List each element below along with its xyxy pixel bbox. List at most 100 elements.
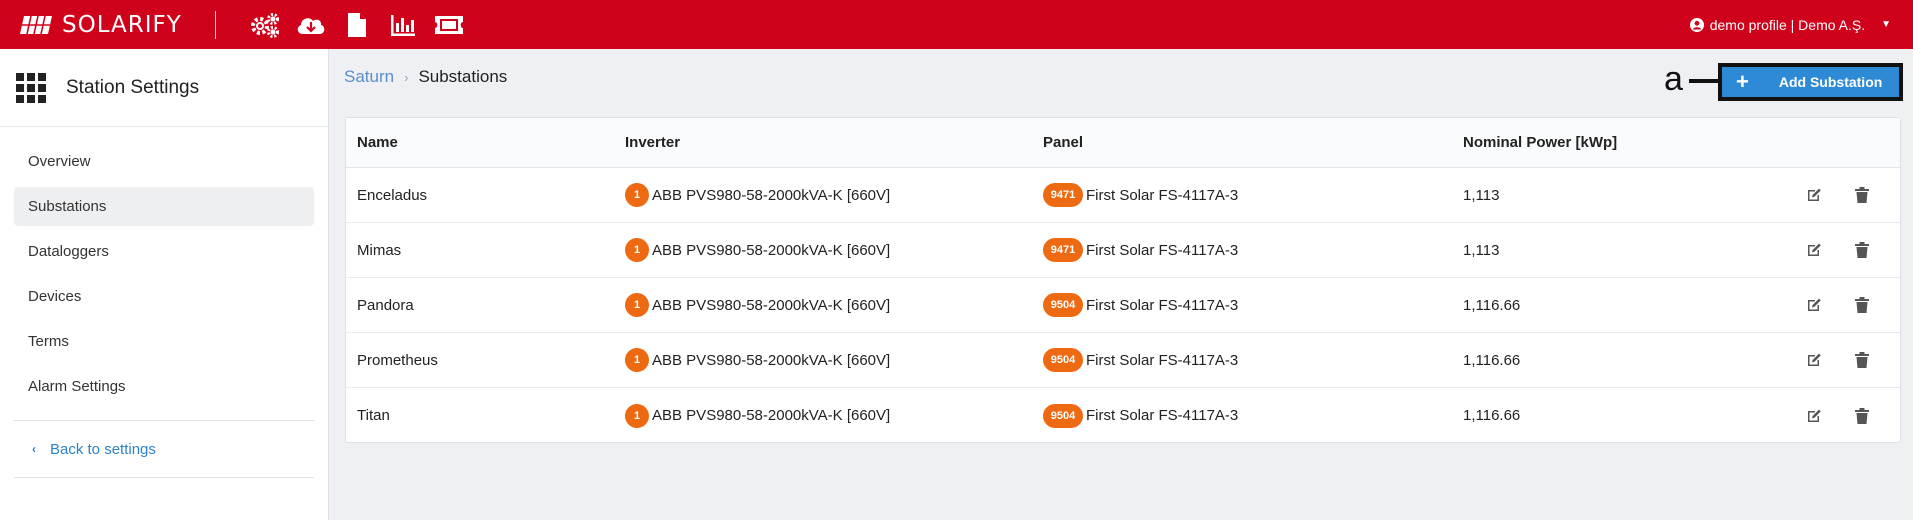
table-row: Pandora 1 ABB PVS980-58-2000kVA-K [660V]… — [346, 278, 1900, 333]
inverter-cell: 1 ABB PVS980-58-2000kVA-K [660V] — [625, 348, 1043, 372]
inverter-count-badge: 1 — [625, 238, 649, 262]
page-title: Substations — [418, 67, 508, 86]
annotation-label: a — [1664, 60, 1683, 98]
sidebar-item-substations[interactable]: Substations — [14, 187, 314, 226]
back-to-settings-link[interactable]: ‹ Back to settings — [14, 421, 314, 477]
nominal-power: 1,116.66 — [1463, 296, 1521, 314]
substation-name: Mimas — [357, 241, 402, 259]
breadcrumb-parent[interactable]: Saturn — [344, 67, 394, 87]
edit-icon[interactable] — [1804, 350, 1824, 370]
substations-table: Name Inverter Panel Nominal Power [kWp] … — [345, 117, 1901, 443]
panel-cell: 9504 First Solar FS-4117A-3 — [1043, 348, 1463, 372]
row-actions — [1783, 295, 1900, 315]
sidebar-item-dataloggers[interactable]: Dataloggers — [14, 232, 314, 271]
brand-name: SOLARIFY — [62, 11, 182, 38]
edit-icon[interactable] — [1804, 406, 1824, 426]
sidebar-divider — [14, 477, 314, 478]
chevron-left-icon: ‹ — [32, 442, 36, 456]
chevron-right-icon: › — [404, 69, 409, 85]
sidebar-item-devices[interactable]: Devices — [14, 277, 314, 316]
cloud-download-icon[interactable] — [295, 10, 327, 40]
column-header-name: Name — [357, 134, 398, 151]
top-navbar: SOLARIFY demo profile | Demo A.Ş. ▼ — [0, 0, 1913, 49]
add-substation-button[interactable]: + Add Substation — [1718, 63, 1903, 101]
nominal-power: 1,113 — [1463, 186, 1500, 204]
table-row: Prometheus 1 ABB PVS980-58-2000kVA-K [66… — [346, 333, 1900, 388]
table-row: Enceladus 1 ABB PVS980-58-2000kVA-K [660… — [346, 168, 1900, 223]
panel-count-badge: 9504 — [1043, 293, 1083, 317]
document-icon[interactable] — [341, 10, 373, 40]
panel-model: First Solar FS-4117A-3 — [1086, 186, 1239, 204]
breadcrumb: Saturn › Substations — [344, 67, 507, 87]
header-divider — [214, 10, 216, 39]
column-header-panel: Panel — [1043, 134, 1084, 151]
delete-icon[interactable] — [1852, 350, 1872, 370]
substation-name: Enceladus — [357, 186, 428, 204]
inverter-cell: 1 ABB PVS980-58-2000kVA-K [660V] — [625, 403, 1043, 428]
row-actions — [1783, 350, 1900, 370]
annotation-pointer — [1689, 79, 1718, 83]
bar-chart-icon[interactable] — [387, 10, 419, 40]
inverter-count-badge: 1 — [625, 348, 649, 372]
inverter-cell: 1 ABB PVS980-58-2000kVA-K [660V] — [625, 183, 1043, 207]
panel-model: First Solar FS-4117A-3 — [1086, 407, 1239, 424]
delete-icon[interactable] — [1852, 240, 1872, 260]
panel-model: First Solar FS-4117A-3 — [1086, 351, 1239, 369]
delete-icon[interactable] — [1852, 295, 1872, 315]
row-actions — [1783, 240, 1900, 260]
brand[interactable]: SOLARIFY — [18, 12, 182, 38]
inverter-count-badge: 1 — [625, 403, 649, 428]
sidebar-header: Station Settings — [0, 49, 328, 127]
panel-count-badge: 9471 — [1043, 238, 1083, 262]
edit-icon[interactable] — [1804, 295, 1824, 315]
inverter-model: ABB PVS980-58-2000kVA-K [660V] — [652, 351, 891, 369]
nominal-power: 1,113 — [1463, 241, 1500, 259]
solar-panel-logo-icon — [20, 15, 52, 34]
panel-model: First Solar FS-4117A-3 — [1086, 241, 1239, 259]
delete-icon[interactable] — [1852, 185, 1872, 205]
nominal-power: 1,116.66 — [1463, 407, 1521, 424]
substation-name: Pandora — [357, 296, 414, 314]
table-row: Titan 1 ABB PVS980-58-2000kVA-K [660V] 9… — [346, 388, 1900, 443]
plus-icon: + — [1736, 69, 1749, 94]
add-substation-label: Add Substation — [1778, 74, 1883, 90]
table-row: Mimas 1 ABB PVS980-58-2000kVA-K [660V] 9… — [346, 223, 1900, 278]
inverter-cell: 1 ABB PVS980-58-2000kVA-K [660V] — [625, 293, 1043, 317]
sidebar-title: Station Settings — [66, 76, 200, 98]
inverter-cell: 1 ABB PVS980-58-2000kVA-K [660V] — [625, 238, 1043, 262]
ticket-icon[interactable] — [433, 10, 465, 40]
nominal-power: 1,116.66 — [1463, 351, 1521, 369]
inverter-count-badge: 1 — [625, 293, 649, 317]
edit-icon[interactable] — [1804, 185, 1824, 205]
panel-count-badge: 9504 — [1043, 403, 1083, 428]
inverter-model: ABB PVS980-58-2000kVA-K [660V] — [652, 407, 891, 424]
panel-cell: 9504 First Solar FS-4117A-3 — [1043, 293, 1463, 317]
inverter-model: ABB PVS980-58-2000kVA-K [660V] — [652, 296, 891, 314]
substation-name: Titan — [357, 407, 390, 424]
panel-model: First Solar FS-4117A-3 — [1086, 296, 1239, 314]
nav-icons — [249, 10, 465, 40]
column-header-power: Nominal Power [kWp] — [1463, 134, 1618, 151]
profile-menu[interactable]: demo profile | Demo A.Ş. ▼ — [1689, 0, 1891, 49]
user-icon — [1689, 17, 1704, 32]
table-header: Name Inverter Panel Nominal Power [kWp] — [346, 118, 1900, 168]
sidebar-menu: Overview Substations Dataloggers Devices… — [0, 127, 328, 406]
back-label: Back to settings — [50, 440, 156, 458]
panel-count-badge: 9504 — [1043, 348, 1083, 372]
inverter-model: ABB PVS980-58-2000kVA-K [660V] — [652, 186, 891, 204]
settings-icon[interactable] — [249, 10, 281, 40]
caret-down-icon: ▼ — [1881, 19, 1891, 30]
row-actions — [1783, 406, 1900, 426]
column-header-inverter: Inverter — [625, 134, 681, 151]
profile-name: demo profile | Demo A.Ş. — [1709, 16, 1866, 33]
grid-menu-icon[interactable] — [16, 72, 46, 103]
inverter-model: ABB PVS980-58-2000kVA-K [660V] — [652, 241, 891, 259]
panel-cell: 9504 First Solar FS-4117A-3 — [1043, 403, 1463, 428]
delete-icon[interactable] — [1852, 406, 1872, 426]
panel-cell: 9471 First Solar FS-4117A-3 — [1043, 183, 1463, 207]
inverter-count-badge: 1 — [625, 183, 649, 207]
sidebar-item-alarm-settings[interactable]: Alarm Settings — [14, 367, 314, 406]
edit-icon[interactable] — [1804, 240, 1824, 260]
sidebar-item-terms[interactable]: Terms — [14, 322, 314, 361]
sidebar-item-overview[interactable]: Overview — [14, 142, 314, 181]
